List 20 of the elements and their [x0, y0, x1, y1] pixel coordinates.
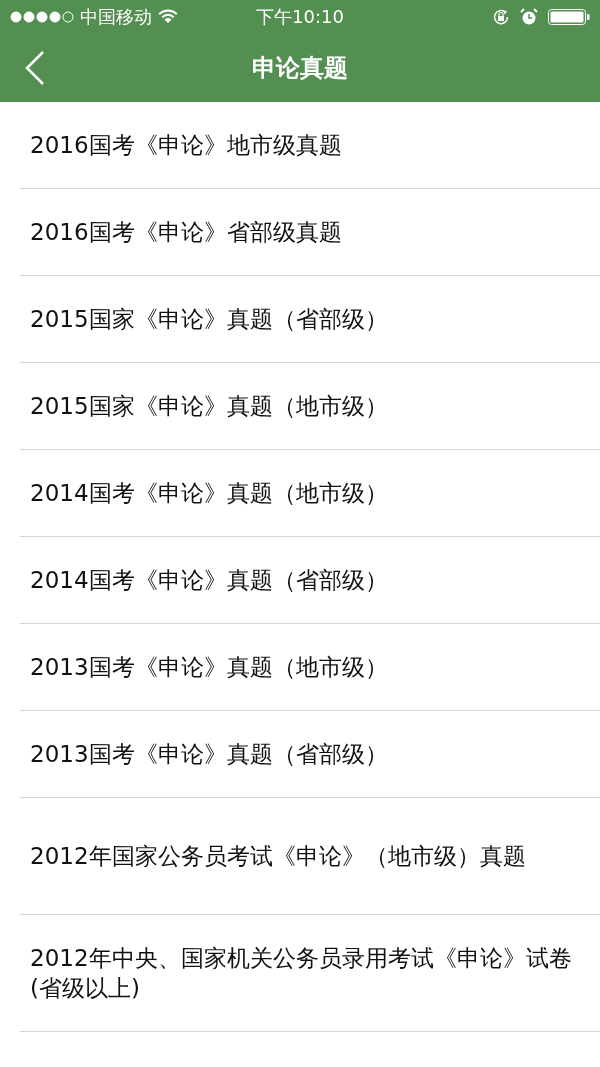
alarm-icon: [520, 7, 538, 26]
rotation-lock-icon: [492, 7, 510, 26]
list-item[interactable]: 2016国考《申论》省部级真题: [30, 217, 342, 248]
list-item[interactable]: 2012年国家公务员考试《申论》（地市级）真题: [30, 841, 526, 872]
list-item[interactable]: 2012年中央、国家机关公务员录用考试《申论》试卷(省级以上): [30, 943, 572, 1004]
list-item[interactable]: 2013国考《申论》真题（省部级）: [30, 739, 388, 770]
wifi-icon: [158, 9, 178, 24]
page-title: 申论真题: [252, 52, 348, 84]
status-time: 下午10:10: [256, 5, 344, 27]
back-icon: [24, 49, 46, 86]
list-item[interactable]: 2014国考《申论》真题（省部级）: [30, 565, 388, 596]
list-item[interactable]: 2014国考《申论》真题（地市级）: [30, 478, 388, 509]
back-button[interactable]: [24, 49, 46, 86]
signal-icon: [10, 10, 74, 23]
list-item[interactable]: 2013国考《申论》真题（地市级）: [30, 652, 388, 683]
carrier-name: 中国移动: [80, 4, 152, 29]
list-item[interactable]: 2015国家《申论》真题（省部级）: [30, 304, 388, 335]
list-item[interactable]: 2015国家《申论》真题（地市级）: [30, 391, 388, 422]
list-item[interactable]: 2016国考《申论》地市级真题: [30, 130, 342, 161]
battery-icon: [548, 7, 590, 26]
